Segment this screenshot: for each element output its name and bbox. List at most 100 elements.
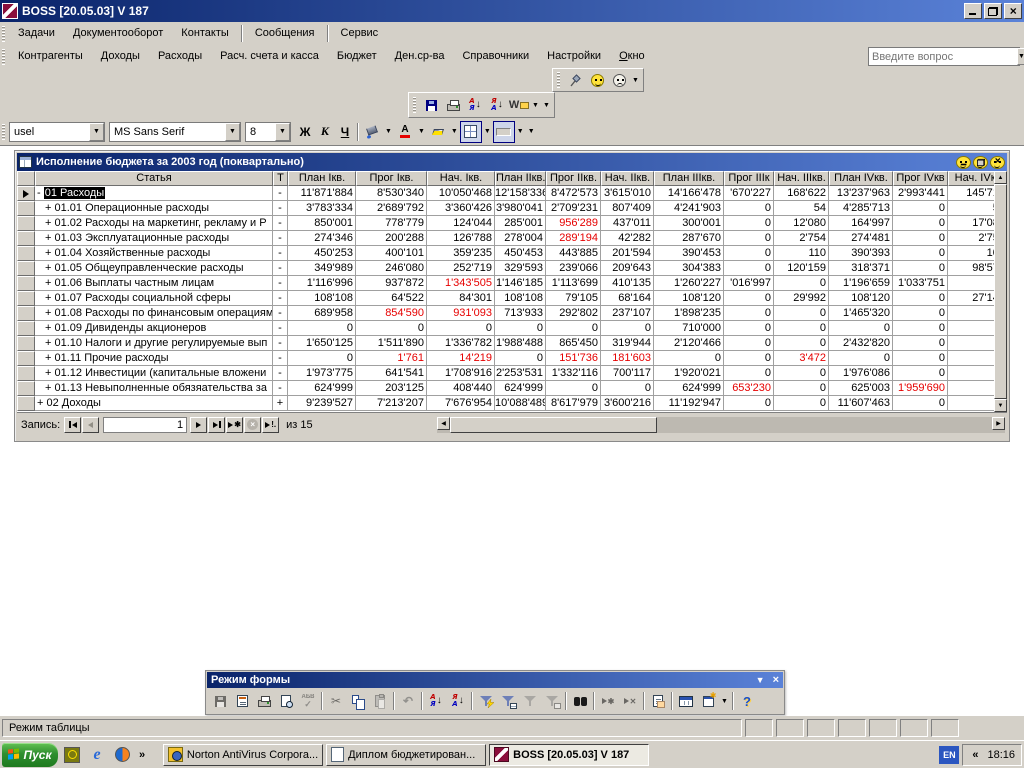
data-cell[interactable]: 0 <box>724 351 774 366</box>
data-cell[interactable]: 0 <box>724 336 774 351</box>
data-cell[interactable]: 3'360'426 <box>427 201 495 216</box>
data-cell[interactable]: 11'607'463 <box>829 396 893 411</box>
data-cell[interactable]: 450'453 <box>495 246 546 261</box>
data-cell[interactable]: 1'976'086 <box>829 366 893 381</box>
row-type-cell[interactable]: - <box>273 366 288 381</box>
doc-close-button[interactable]: × <box>990 156 1005 169</box>
boss-app-icon[interactable] <box>2 3 18 19</box>
data-cell[interactable]: 0 <box>774 321 829 336</box>
data-cell[interactable]: 0 <box>288 351 356 366</box>
filter-button[interactable] <box>519 690 541 712</box>
underline-button[interactable]: Ч <box>335 122 355 142</box>
data-cell[interactable]: 1'196'659 <box>829 276 893 291</box>
quicklaunch-chevron[interactable]: » <box>136 749 148 761</box>
data-cell[interactable]: 653'230 <box>724 381 774 396</box>
menu-item-1[interactable]: Задачи <box>9 23 64 44</box>
data-cell[interactable]: 0 <box>774 276 829 291</box>
data-cell[interactable]: 3'615'010 <box>601 186 654 201</box>
column-header-1[interactable]: Статья <box>35 171 273 186</box>
data-cell[interactable]: 68'164 <box>601 291 654 306</box>
row-type-cell[interactable]: - <box>273 381 288 396</box>
delete-record-button[interactable]: ✕ <box>619 690 641 712</box>
data-cell[interactable]: 0 <box>893 351 948 366</box>
data-cell[interactable]: 0 <box>948 351 994 366</box>
chevron-down-icon[interactable]: ▼ <box>89 123 104 141</box>
toolbar-grip[interactable] <box>2 26 5 42</box>
data-cell[interactable]: 54 <box>948 201 994 216</box>
data-cell[interactable]: 0 <box>893 366 948 381</box>
data-cell[interactable]: 3'472 <box>774 351 829 366</box>
data-cell[interactable]: 0 <box>774 366 829 381</box>
quicklaunch-ie-icon[interactable]: e <box>86 744 108 766</box>
row-type-cell[interactable]: - <box>273 291 288 306</box>
data-cell[interactable]: 450'253 <box>288 246 356 261</box>
data-cell[interactable]: 108'120 <box>829 291 893 306</box>
data-cell[interactable]: 10'050'468 <box>427 186 495 201</box>
previous-record-button[interactable] <box>82 417 99 433</box>
data-cell[interactable]: 2'754 <box>774 231 829 246</box>
menu-item-module-8[interactable]: Настройки <box>538 46 610 67</box>
data-cell[interactable]: 1'708'916 <box>427 366 495 381</box>
menu-item-2[interactable]: Документооборот <box>64 23 172 44</box>
column-header-2[interactable]: Т <box>273 171 288 186</box>
row-name-cell[interactable]: + 01.03 Эксплуатационные расходы <box>35 231 273 246</box>
data-cell[interactable]: 0 <box>893 201 948 216</box>
row-selector[interactable] <box>17 336 35 351</box>
data-cell[interactable]: 0 <box>724 366 774 381</box>
data-cell[interactable]: 151'736 <box>546 351 601 366</box>
row-name-cell[interactable]: + 02 Доходы <box>35 396 273 411</box>
style-combo[interactable]: usel ▼ <box>9 122 105 142</box>
data-cell[interactable]: 64'522 <box>356 291 427 306</box>
data-cell[interactable]: 1'332'116 <box>546 366 601 381</box>
properties-button[interactable] <box>647 690 669 712</box>
row-name-cell[interactable]: + 01.01 Операционные расходы <box>35 201 273 216</box>
row-selector[interactable] <box>17 201 35 216</box>
data-cell[interactable]: 0 <box>288 321 356 336</box>
data-cell[interactable]: 108'108 <box>495 291 546 306</box>
data-cell[interactable]: 0 <box>948 321 994 336</box>
data-cell[interactable]: 285'001 <box>495 216 546 231</box>
chevron-down-icon[interactable]: ▼ <box>275 123 290 141</box>
next-record-button[interactable] <box>190 417 207 433</box>
data-cell[interactable]: 2'689'792 <box>356 201 427 216</box>
data-cell[interactable]: 1'116'996 <box>288 276 356 291</box>
data-cell[interactable]: 931'093 <box>427 306 495 321</box>
column-header-10[interactable]: Прог IIIк <box>724 171 774 186</box>
data-cell[interactable]: 0 <box>829 321 893 336</box>
row-name-cell[interactable]: + 01.07 Расходы социальной сферы <box>35 291 273 306</box>
scroll-left-icon[interactable]: ◀ <box>437 417 450 430</box>
column-header-14[interactable]: Нач. IVкв <box>948 171 994 186</box>
ask-question-combo[interactable]: ▼ <box>868 47 1020 66</box>
chevron-down-icon[interactable]: ▼ <box>449 121 460 143</box>
toolbar-grip[interactable] <box>2 124 5 140</box>
row-name-cell[interactable]: + 01.06 Выплаты частным лицам <box>35 276 273 291</box>
data-cell[interactable]: 1'033'751 <box>893 276 948 291</box>
data-cell[interactable]: 209'643 <box>601 261 654 276</box>
row-type-cell[interactable]: - <box>273 231 288 246</box>
data-cell[interactable]: 0 <box>495 321 546 336</box>
row-selector-header[interactable] <box>17 171 35 186</box>
data-cell[interactable]: 164'997 <box>829 216 893 231</box>
data-cell[interactable]: 246'080 <box>356 261 427 276</box>
data-cell[interactable]: '670'227 <box>724 186 774 201</box>
row-selector[interactable] <box>17 351 35 366</box>
data-cell[interactable]: 710'000 <box>654 321 724 336</box>
data-cell[interactable]: 27'147 <box>948 291 994 306</box>
form-mode-titlebar[interactable]: Режим формы ▼ × <box>207 672 783 688</box>
ask-question-input[interactable] <box>869 48 1017 65</box>
scroll-right-icon[interactable]: ▶ <box>992 417 1005 430</box>
first-record-button[interactable] <box>64 417 81 433</box>
data-cell[interactable]: 0 <box>948 306 994 321</box>
data-cell[interactable]: 0 <box>774 396 829 411</box>
restore-button[interactable] <box>984 3 1002 19</box>
data-cell[interactable]: 0 <box>948 336 994 351</box>
column-header-7[interactable]: Прог IIкв. <box>546 171 601 186</box>
print-button[interactable] <box>442 94 464 116</box>
data-cell[interactable]: 0 <box>724 291 774 306</box>
data-cell[interactable]: 1'465'320 <box>829 306 893 321</box>
menu-item-module-9[interactable]: Окно <box>610 46 654 67</box>
font-size-combo[interactable]: 8 ▼ <box>245 122 291 142</box>
menu-item-module-5[interactable]: Бюджет <box>328 46 386 67</box>
menu-item-module-7[interactable]: Справочники <box>453 46 538 67</box>
data-cell[interactable]: 408'440 <box>427 381 495 396</box>
